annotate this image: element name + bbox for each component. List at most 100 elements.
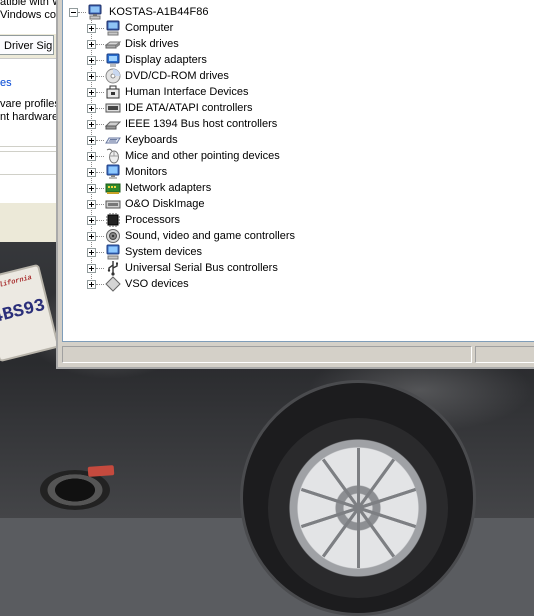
tree-node[interactable]: System devices [87,244,202,260]
status-bar-pane [475,346,534,363]
tree-node-label: Network adapters [125,182,212,194]
tree-node-label: Mice and other pointing devices [125,150,280,162]
system-devices-icon [105,244,121,260]
tree-connector [96,283,104,285]
divider [0,151,56,152]
tree-node[interactable]: IEEE 1394 Bus host controllers [87,116,277,132]
tree-node[interactable]: Sound, video and game controllers [87,228,295,244]
tree-node-label: IDE ATA/ATAPI controllers [125,102,253,114]
expand-icon[interactable] [87,247,96,257]
tree-node-label: Display adapters [125,54,207,66]
expand-icon[interactable] [87,263,96,273]
tree-node-label: DVD/CD-ROM drives [125,70,229,82]
tree-connector [96,251,104,253]
tree-connector [96,219,104,221]
expand-icon[interactable] [87,135,96,145]
tree-connector [96,203,104,205]
computer-icon [87,4,103,20]
tree-connector [96,91,104,93]
tree-node-label: Sound, video and game controllers [125,230,295,242]
hardware-panel: es vare profiles nt hardware [0,58,56,203]
tree-node[interactable]: Universal Serial Bus controllers [87,260,278,276]
tree-node-label: O&O DiskImage [125,198,205,210]
tree-connector [96,187,104,189]
tree-connector [96,75,104,77]
tree-node-label: IEEE 1394 Bus host controllers [125,118,278,130]
info-text-line-2: Vindows co [0,9,57,21]
car-reflector [87,465,115,477]
expand-icon[interactable] [87,119,96,129]
expand-icon[interactable] [87,39,96,49]
expand-icon[interactable] [87,199,96,209]
tree-node-label: Computer [125,22,174,34]
tree-connector [96,171,104,173]
tree-node[interactable]: Keyboards [87,132,178,148]
hardware-profiles-link[interactable]: es [0,77,12,89]
expand-icon[interactable] [87,231,96,241]
ide-controller-icon [105,100,121,116]
expand-icon[interactable] [87,279,96,289]
firewire-icon [105,116,121,132]
keyboard-icon [105,132,121,148]
divider [0,174,56,175]
expand-icon[interactable] [87,71,96,81]
tree-connector [96,59,104,61]
tree-connector [96,139,104,141]
tree-node[interactable]: Processors [87,212,180,228]
tree-node[interactable]: Display adapters [87,52,207,68]
tree-node[interactable]: Computer [87,20,173,36]
tree-node-label: Monitors [125,166,168,178]
expand-icon[interactable] [87,167,96,177]
monitor-icon [105,164,121,180]
tree-node-label: Processors [125,214,181,226]
tree-node[interactable]: O&O DiskImage [87,196,204,212]
sound-icon [105,228,121,244]
tree-node-label: Human Interface Devices [125,86,249,98]
tree-root-label: KOSTAS-A1B44F86 [109,6,209,18]
collapse-icon[interactable] [69,7,78,17]
tree-node[interactable]: Mice and other pointing devices [87,148,280,164]
device-tree[interactable]: KOSTAS-A1B44F86 Computer Disk drives Displ… [62,0,534,342]
tree-connector [96,123,104,125]
usb-icon [105,260,121,276]
tree-root[interactable]: KOSTAS-A1B44F86 [69,4,208,20]
tree-node[interactable]: Human Interface Devices [87,84,249,100]
tree-node[interactable]: VSO devices [87,276,189,292]
expand-icon[interactable] [87,151,96,161]
diskimage-icon [105,196,121,212]
system-properties-window: atible with W Vindows co Driver Sign es … [0,0,57,242]
disk-drive-icon [105,36,121,52]
hid-icon [105,84,121,100]
tree-connector [96,107,104,109]
tree-node[interactable]: IDE ATA/ATAPI controllers [87,100,253,116]
tree-connector [78,11,86,13]
tree-node[interactable]: DVD/CD-ROM drives [87,68,229,84]
expand-icon[interactable] [87,87,96,97]
tree-node[interactable]: Disk drives [87,36,179,52]
status-bar [62,344,534,365]
info-text-line-1: atible with W [0,0,57,8]
device-manager-window: KOSTAS-A1B44F86 Computer Disk drives Displ… [56,0,534,369]
tree-connector [96,235,104,237]
tree-node-label: System devices [125,246,203,258]
network-adapter-icon [105,180,121,196]
computer-icon [105,20,121,36]
expand-icon[interactable] [87,103,96,113]
tree-node[interactable]: Network adapters [87,180,211,196]
tab-driver-signing[interactable]: Driver Sign [0,35,54,55]
tree-node-label: VSO devices [125,278,189,290]
cdrom-icon [105,68,121,84]
mouse-icon [105,148,121,164]
display-adapter-icon [105,52,121,68]
license-plate-number: 4BS93 [0,295,48,329]
expand-icon[interactable] [87,215,96,225]
license-plate-state: California [0,273,33,292]
expand-icon[interactable] [87,55,96,65]
tree-node[interactable]: Monitors [87,164,167,180]
expand-icon[interactable] [87,183,96,193]
processor-icon [105,212,121,228]
expand-icon[interactable] [87,23,96,33]
tree-node-label: Keyboards [125,134,178,146]
status-bar-pane [62,346,472,363]
tree-connector [96,43,104,45]
